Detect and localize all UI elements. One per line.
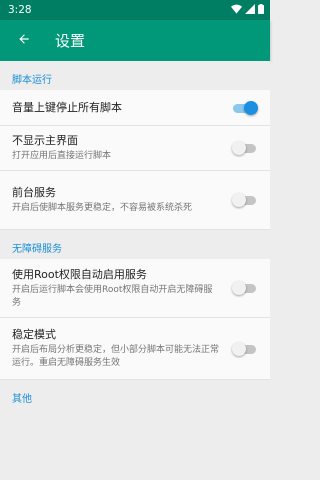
section-header-script-run: 脚本运行 (0, 61, 270, 90)
status-icons (231, 3, 264, 17)
hide-main-switch[interactable] (232, 141, 258, 155)
status-bar: 3:28 (0, 0, 270, 20)
app-bar: 设置 (0, 20, 270, 61)
wifi-icon (231, 4, 242, 17)
pref-title: 使用Root权限自动启用服务 (12, 267, 147, 281)
pref-stable-mode[interactable]: 稳定模式 开启后布局分析更稳定，但小部分脚本可能无法正常运行。重启无障碍服务生效 (0, 318, 270, 380)
pref-summary: 开启后使脚本服务更稳定，不容易被系统杀死 (12, 203, 193, 213)
section-header-accessibility: 无障碍服务 (0, 230, 270, 259)
pref-volume-stop[interactable]: 音量上键停止所有脚本 (0, 90, 270, 126)
settings-list: 脚本运行 音量上键停止所有脚本 不显示主界面 打开应用后直接运行脚本 前台服务 … (0, 61, 270, 409)
volume-stop-switch[interactable] (232, 100, 258, 115)
pref-title: 前台服务 (12, 186, 56, 199)
section-header-other: 其他 (0, 380, 270, 409)
status-time: 3:28 (8, 4, 32, 16)
signal-icon (245, 3, 255, 17)
pref-root-accessibility[interactable]: 使用Root权限自动启用服务 开启后运行脚本会使用Root权限自动开启无障碍服务 (0, 259, 270, 318)
root-accessibility-switch[interactable] (232, 281, 258, 295)
pref-title: 不显示主界面 (12, 134, 78, 147)
pref-hide-main[interactable]: 不显示主界面 打开应用后直接运行脚本 (0, 126, 270, 171)
pref-foreground-service[interactable]: 前台服务 开启后使脚本服务更稳定，不容易被系统杀死 (0, 171, 270, 230)
pref-summary: 开启后布局分析更稳定，但小部分脚本可能无法正常运行。重启无障碍服务生效 (12, 345, 220, 368)
pref-summary: 打开应用后直接运行脚本 (12, 151, 112, 161)
back-button[interactable] (6, 20, 42, 61)
page-title: 设置 (55, 32, 86, 50)
battery-icon (258, 3, 264, 17)
foreground-service-switch[interactable] (232, 193, 258, 207)
pref-summary: 开启后运行脚本会使用Root权限自动开启无障碍服务 (12, 284, 213, 308)
pref-title: 音量上键停止所有脚本 (12, 100, 122, 114)
pref-title: 稳定模式 (12, 328, 56, 341)
arrow-back-icon (17, 31, 31, 50)
stable-mode-switch[interactable] (232, 341, 258, 356)
